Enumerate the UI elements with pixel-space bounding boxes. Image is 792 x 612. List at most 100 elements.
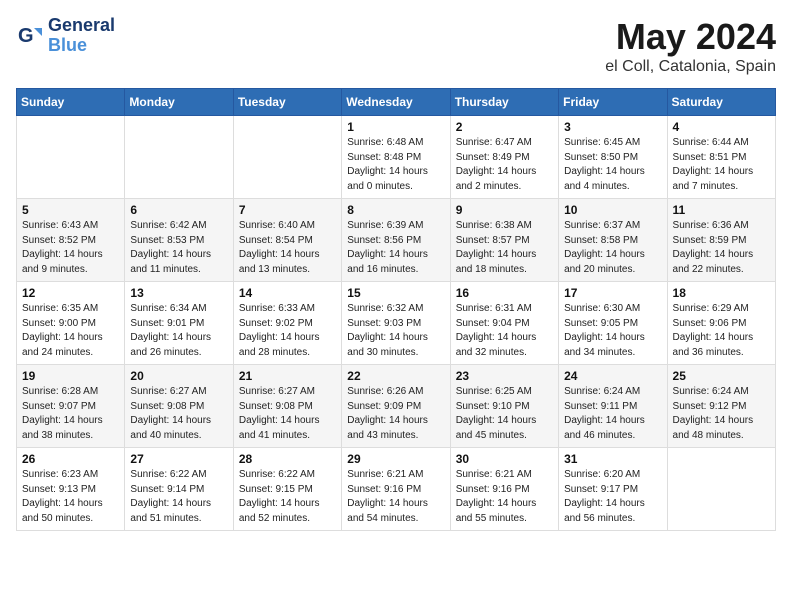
day-info: Sunrise: 6:35 AM Sunset: 9:00 PM Dayligh… <box>22 302 119 360</box>
day-info: Sunrise: 6:27 AM Sunset: 9:08 PM Dayligh… <box>130 385 227 443</box>
calendar-cell: 9 Sunrise: 6:38 AM Sunset: 8:57 PM Daylig… <box>450 199 558 282</box>
day-number: 29 <box>347 452 444 466</box>
calendar-cell: 15Sunrise: 6:32 AM Sunset: 9:03 PM Dayli… <box>342 282 450 365</box>
day-number: 4 <box>673 120 770 134</box>
calendar-cell: 21 Sunrise: 6:27 AM Sunset: 9:08 PM Dayli… <box>233 365 341 448</box>
day-info: Sunrise: 6:42 AM Sunset: 8:53 PM Dayligh… <box>130 219 227 277</box>
calendar-cell: 4 Sunrise: 6:44 AM Sunset: 8:51 PM Daylig… <box>667 116 775 199</box>
calendar-cell: 16Sunrise: 6:31 AM Sunset: 9:04 PM Dayli… <box>450 282 558 365</box>
day-number: 10 <box>564 203 661 217</box>
day-info: Sunrise: 6:21 AM Sunset: 9:16 PM Dayligh… <box>347 468 444 526</box>
calendar-cell: 28 Sunrise: 6:22 AM Sunset: 9:15 PM Dayli… <box>233 448 341 531</box>
calendar-cell: 7 Sunrise: 6:40 AM Sunset: 8:54 PM Daylig… <box>233 199 341 282</box>
day-info: Sunrise: 6:20 AM Sunset: 9:17 PM Dayligh… <box>564 468 661 526</box>
day-number: 2 <box>456 120 553 134</box>
day-info: Sunrise: 6:28 AM Sunset: 9:07 PM Dayligh… <box>22 385 119 443</box>
location-subtitle: el Coll, Catalonia, Spain <box>605 58 776 76</box>
day-number: 5 <box>22 203 119 217</box>
day-info: Sunrise: 6:37 AM Sunset: 8:58 PM Dayligh… <box>564 219 661 277</box>
calendar-table: SundayMondayTuesdayWednesdayThursdayFrid… <box>16 88 776 531</box>
page-header: G General Blue May 2024 el Coll, Catalon… <box>16 16 776 76</box>
calendar-cell: 19Sunrise: 6:28 AM Sunset: 9:07 PM Dayli… <box>17 365 125 448</box>
calendar-cell: 31Sunrise: 6:20 AM Sunset: 9:17 PM Dayli… <box>559 448 667 531</box>
day-info: Sunrise: 6:22 AM Sunset: 9:15 PM Dayligh… <box>239 468 336 526</box>
weekday-header-friday: Friday <box>559 89 667 116</box>
day-info: Sunrise: 6:38 AM Sunset: 8:57 PM Dayligh… <box>456 219 553 277</box>
day-number: 7 <box>239 203 336 217</box>
day-info: Sunrise: 6:22 AM Sunset: 9:14 PM Dayligh… <box>130 468 227 526</box>
calendar-cell: 20 Sunrise: 6:27 AM Sunset: 9:08 PM Dayli… <box>125 365 233 448</box>
day-number: 13 <box>130 286 227 300</box>
day-info: Sunrise: 6:31 AM Sunset: 9:04 PM Dayligh… <box>456 302 553 360</box>
calendar-cell: 25Sunrise: 6:24 AM Sunset: 9:12 PM Dayli… <box>667 365 775 448</box>
calendar-cell: 18 Sunrise: 6:29 AM Sunset: 9:06 PM Dayli… <box>667 282 775 365</box>
day-info: Sunrise: 6:23 AM Sunset: 9:13 PM Dayligh… <box>22 468 119 526</box>
day-info: Sunrise: 6:24 AM Sunset: 9:11 PM Dayligh… <box>564 385 661 443</box>
weekday-header-sunday: Sunday <box>17 89 125 116</box>
weekday-header-saturday: Saturday <box>667 89 775 116</box>
day-number: 28 <box>239 452 336 466</box>
day-number: 18 <box>673 286 770 300</box>
day-info: Sunrise: 6:40 AM Sunset: 8:54 PM Dayligh… <box>239 219 336 277</box>
weekday-header-row: SundayMondayTuesdayWednesdayThursdayFrid… <box>17 89 776 116</box>
calendar-cell: 2 Sunrise: 6:47 AM Sunset: 8:49 PM Daylig… <box>450 116 558 199</box>
day-number: 23 <box>456 369 553 383</box>
day-info: Sunrise: 6:36 AM Sunset: 8:59 PM Dayligh… <box>673 219 770 277</box>
day-number: 3 <box>564 120 661 134</box>
day-number: 9 <box>456 203 553 217</box>
weekday-header-wednesday: Wednesday <box>342 89 450 116</box>
day-info: Sunrise: 6:47 AM Sunset: 8:49 PM Dayligh… <box>456 136 553 194</box>
weekday-header-thursday: Thursday <box>450 89 558 116</box>
weekday-header-monday: Monday <box>125 89 233 116</box>
day-number: 8 <box>347 203 444 217</box>
calendar-cell: 13 Sunrise: 6:34 AM Sunset: 9:01 PM Dayli… <box>125 282 233 365</box>
logo: G General Blue <box>16 16 115 56</box>
calendar-cell: 1 Sunrise: 6:48 AM Sunset: 8:48 PM Daylig… <box>342 116 450 199</box>
calendar-cell: 3 Sunrise: 6:45 AM Sunset: 8:50 PM Daylig… <box>559 116 667 199</box>
day-info: Sunrise: 6:21 AM Sunset: 9:16 PM Dayligh… <box>456 468 553 526</box>
day-number: 1 <box>347 120 444 134</box>
day-number: 15 <box>347 286 444 300</box>
calendar-cell <box>17 116 125 199</box>
weekday-header-tuesday: Tuesday <box>233 89 341 116</box>
day-number: 21 <box>239 369 336 383</box>
calendar-cell: 27 Sunrise: 6:22 AM Sunset: 9:14 PM Dayli… <box>125 448 233 531</box>
day-info: Sunrise: 6:44 AM Sunset: 8:51 PM Dayligh… <box>673 136 770 194</box>
day-info: Sunrise: 6:45 AM Sunset: 8:50 PM Dayligh… <box>564 136 661 194</box>
calendar-cell: 29 Sunrise: 6:21 AM Sunset: 9:16 PM Dayli… <box>342 448 450 531</box>
month-year-title: May 2024 <box>605 16 776 58</box>
day-number: 27 <box>130 452 227 466</box>
day-number: 30 <box>456 452 553 466</box>
day-info: Sunrise: 6:29 AM Sunset: 9:06 PM Dayligh… <box>673 302 770 360</box>
calendar-cell <box>125 116 233 199</box>
day-info: Sunrise: 6:39 AM Sunset: 8:56 PM Dayligh… <box>347 219 444 277</box>
day-number: 25 <box>673 369 770 383</box>
calendar-cell: 23Sunrise: 6:25 AM Sunset: 9:10 PM Dayli… <box>450 365 558 448</box>
calendar-week-row: 1 Sunrise: 6:48 AM Sunset: 8:48 PM Daylig… <box>17 116 776 199</box>
calendar-week-row: 19Sunrise: 6:28 AM Sunset: 9:07 PM Dayli… <box>17 365 776 448</box>
calendar-cell: 8 Sunrise: 6:39 AM Sunset: 8:56 PM Daylig… <box>342 199 450 282</box>
day-info: Sunrise: 6:34 AM Sunset: 9:01 PM Dayligh… <box>130 302 227 360</box>
day-info: Sunrise: 6:30 AM Sunset: 9:05 PM Dayligh… <box>564 302 661 360</box>
day-number: 6 <box>130 203 227 217</box>
day-number: 17 <box>564 286 661 300</box>
day-number: 11 <box>673 203 770 217</box>
title-area: May 2024 el Coll, Catalonia, Spain <box>605 16 776 76</box>
calendar-cell: 12 Sunrise: 6:35 AM Sunset: 9:00 PM Dayli… <box>17 282 125 365</box>
calendar-cell: 30 Sunrise: 6:21 AM Sunset: 9:16 PM Dayli… <box>450 448 558 531</box>
day-info: Sunrise: 6:26 AM Sunset: 9:09 PM Dayligh… <box>347 385 444 443</box>
calendar-cell: 14Sunrise: 6:33 AM Sunset: 9:02 PM Dayli… <box>233 282 341 365</box>
day-number: 12 <box>22 286 119 300</box>
day-number: 20 <box>130 369 227 383</box>
calendar-cell: 26Sunrise: 6:23 AM Sunset: 9:13 PM Dayli… <box>17 448 125 531</box>
calendar-week-row: 26Sunrise: 6:23 AM Sunset: 9:13 PM Dayli… <box>17 448 776 531</box>
calendar-cell: 11 Sunrise: 6:36 AM Sunset: 8:59 PM Dayli… <box>667 199 775 282</box>
day-number: 14 <box>239 286 336 300</box>
day-info: Sunrise: 6:27 AM Sunset: 9:08 PM Dayligh… <box>239 385 336 443</box>
day-number: 24 <box>564 369 661 383</box>
calendar-cell: 6 Sunrise: 6:42 AM Sunset: 8:53 PM Daylig… <box>125 199 233 282</box>
calendar-cell: 22Sunrise: 6:26 AM Sunset: 9:09 PM Dayli… <box>342 365 450 448</box>
calendar-cell <box>667 448 775 531</box>
day-info: Sunrise: 6:48 AM Sunset: 8:48 PM Dayligh… <box>347 136 444 194</box>
calendar-cell: 24 Sunrise: 6:24 AM Sunset: 9:11 PM Dayli… <box>559 365 667 448</box>
